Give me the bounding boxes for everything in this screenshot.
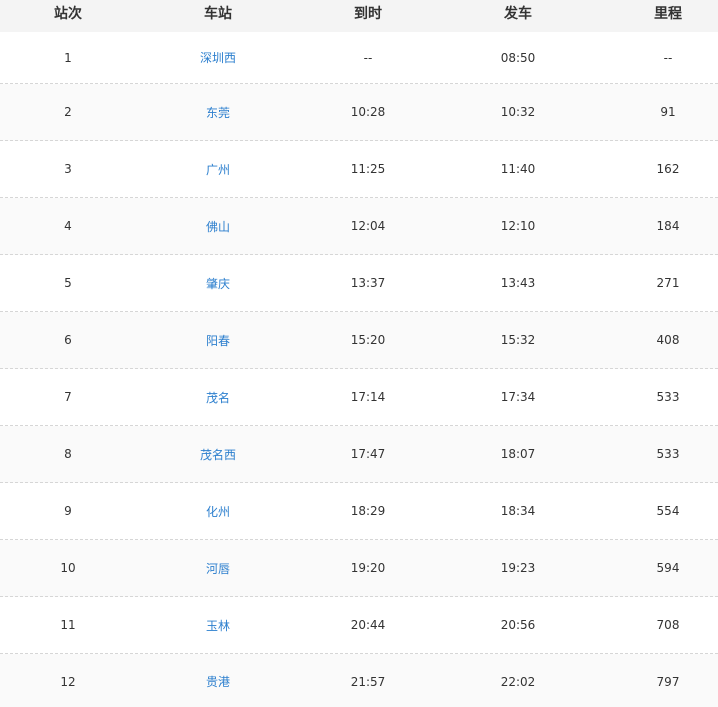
distance-cell: 554 <box>656 504 680 518</box>
station-link[interactable]: 河唇 <box>143 540 293 596</box>
table-row: 10 河唇 19:20 19:23 594 <box>0 540 718 597</box>
departure-time-cell: 12:10 <box>500 219 536 233</box>
arrival-time-cell: 11:25 <box>350 162 386 176</box>
table-row: 11 玉林 20:44 20:56 708 <box>0 597 718 654</box>
arrival-time-cell: 17:14 <box>350 390 386 404</box>
table-row: 7 茂名 17:14 17:34 533 <box>0 369 718 426</box>
distance-cell: 708 <box>656 618 680 632</box>
train-timetable: 站次 车站 到时 发车 里程 1 深圳西 -- 08:50 -- 2 东莞 10:28 10:3… <box>0 0 718 707</box>
station-link[interactable]: 玉林 <box>143 597 293 653</box>
distance-cell: -- <box>663 50 673 65</box>
departure-time-cell: 08:50 <box>500 50 536 65</box>
arrival-time-cell: 13:37 <box>350 276 386 290</box>
distance-cell: 797 <box>656 674 680 689</box>
departure-time-cell: 22:02 <box>500 674 536 689</box>
table-row: 3 广州 11:25 11:40 162 <box>0 141 718 198</box>
arrival-time-cell: 18:29 <box>350 504 386 518</box>
arrival-time-cell: 17:47 <box>350 447 386 461</box>
departure-time-cell: 18:34 <box>500 504 536 518</box>
table-row: 4 佛山 12:04 12:10 184 <box>0 198 718 255</box>
distance-cell: 91 <box>660 105 676 119</box>
stop-number-cell: 2 <box>64 105 72 119</box>
stop-number-cell: 7 <box>64 390 72 404</box>
stop-number-cell: 9 <box>64 504 72 518</box>
table-row: 8 茂名西 17:47 18:07 533 <box>0 426 718 483</box>
header-stop-number: 站次 <box>54 6 82 22</box>
departure-time-cell: 13:43 <box>500 276 536 290</box>
table-row: 2 东莞 10:28 10:32 91 <box>0 84 718 141</box>
stop-number-cell: 5 <box>64 276 72 290</box>
arrival-time-cell: 10:28 <box>350 105 386 119</box>
departure-time-cell: 10:32 <box>500 105 536 119</box>
departure-time-cell: 20:56 <box>500 618 536 632</box>
table-row: 6 阳春 15:20 15:32 408 <box>0 312 718 369</box>
stop-number-cell: 6 <box>64 333 72 347</box>
table-row: 5 肇庆 13:37 13:43 271 <box>0 255 718 312</box>
station-link[interactable]: 化州 <box>143 483 293 539</box>
arrival-time-cell: 12:04 <box>350 219 386 233</box>
header-arrival-time: 到时 <box>354 6 382 22</box>
arrival-time-cell: 19:20 <box>350 561 386 575</box>
table-row: 9 化州 18:29 18:34 554 <box>0 483 718 540</box>
arrival-time-cell: -- <box>363 50 373 65</box>
stop-number-cell: 8 <box>64 447 72 461</box>
distance-cell: 533 <box>656 390 680 404</box>
station-link[interactable]: 茂名 <box>143 369 293 425</box>
stop-number-cell: 4 <box>64 219 72 233</box>
station-link[interactable]: 广州 <box>143 141 293 197</box>
distance-cell: 271 <box>656 276 680 290</box>
distance-cell: 533 <box>656 447 680 461</box>
departure-time-cell: 15:32 <box>500 333 536 347</box>
table-row: 12 贵港 21:57 22:02 797 <box>0 654 718 707</box>
header-departure-time: 发车 <box>504 6 532 22</box>
arrival-time-cell: 20:44 <box>350 618 386 632</box>
station-link[interactable]: 佛山 <box>143 198 293 254</box>
station-link[interactable]: 贵港 <box>143 654 293 707</box>
table-row: 1 深圳西 -- 08:50 -- <box>0 32 718 84</box>
departure-time-cell: 17:34 <box>500 390 536 404</box>
station-link[interactable]: 东莞 <box>143 84 293 140</box>
stop-number-cell: 12 <box>60 674 76 689</box>
arrival-time-cell: 15:20 <box>350 333 386 347</box>
arrival-time-cell: 21:57 <box>350 674 386 689</box>
station-link[interactable]: 茂名西 <box>143 426 293 482</box>
station-link[interactable]: 阳春 <box>143 312 293 368</box>
departure-time-cell: 19:23 <box>500 561 536 575</box>
distance-cell: 162 <box>656 162 680 176</box>
stop-number-cell: 1 <box>64 50 72 65</box>
distance-cell: 408 <box>656 333 680 347</box>
station-link[interactable]: 深圳西 <box>143 32 293 83</box>
stop-number-cell: 11 <box>60 618 76 632</box>
distance-cell: 594 <box>656 561 680 575</box>
header-station: 车站 <box>204 6 232 22</box>
table-header: 站次 车站 到时 发车 里程 <box>0 0 718 32</box>
departure-time-cell: 11:40 <box>500 162 536 176</box>
header-distance: 里程 <box>654 6 682 22</box>
departure-time-cell: 18:07 <box>500 447 536 461</box>
stop-number-cell: 10 <box>60 561 76 575</box>
station-link[interactable]: 肇庆 <box>143 255 293 311</box>
stop-number-cell: 3 <box>64 162 72 176</box>
distance-cell: 184 <box>656 219 680 233</box>
